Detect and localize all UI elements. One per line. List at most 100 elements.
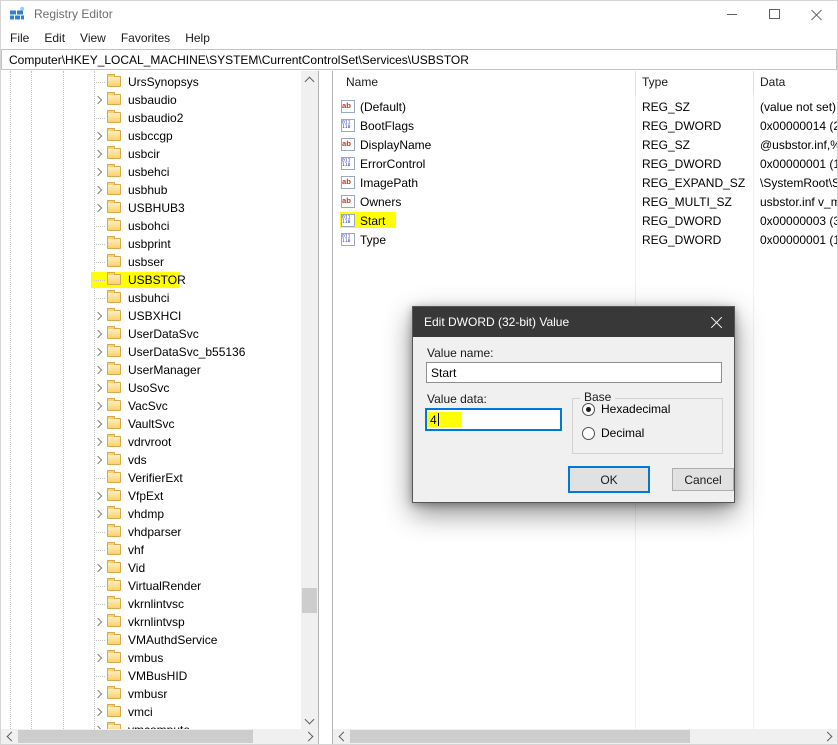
tree-item-vmbus[interactable]: vmbus: [1, 649, 301, 667]
tree-item-Vid[interactable]: Vid: [1, 559, 301, 577]
menu-view[interactable]: View: [80, 31, 106, 45]
tree-vscroll-thumb[interactable]: [302, 588, 317, 613]
address-bar[interactable]: Computer\HKEY_LOCAL_MACHINE\SYSTEM\Curre…: [1, 49, 837, 70]
expand-chevron-icon[interactable]: [94, 564, 102, 572]
ok-button[interactable]: OK: [568, 466, 650, 493]
tree-hscroll-thumb[interactable]: [18, 730, 253, 743]
decimal-option[interactable]: Decimal: [582, 426, 644, 440]
tree-horizontal-scrollbar[interactable]: [1, 729, 318, 744]
tree-item-USBXHCI[interactable]: USBXHCI: [1, 307, 301, 325]
tree-item-usbohci[interactable]: usbohci: [1, 217, 301, 235]
expand-chevron-icon[interactable]: [94, 384, 102, 392]
expand-chevron-icon[interactable]: [94, 492, 102, 500]
tree-item-UrsSynopsys[interactable]: UrsSynopsys: [1, 73, 301, 91]
tree-item-usbccgp[interactable]: usbccgp: [1, 127, 301, 145]
menu-favorites[interactable]: Favorites: [121, 31, 170, 45]
tree-item-vkrnlintvsc[interactable]: vkrnlintvsc: [1, 595, 301, 613]
expand-chevron-icon[interactable]: [94, 348, 102, 356]
cancel-button[interactable]: Cancel: [672, 468, 734, 491]
tree-item-VerifierExt[interactable]: VerifierExt: [1, 469, 301, 487]
scroll-down-button[interactable]: [301, 712, 318, 729]
value-data-input[interactable]: 4: [425, 408, 562, 431]
expand-chevron-icon[interactable]: [94, 204, 102, 212]
value-data: @usbstor.inf,%: [760, 138, 837, 152]
scroll-up-button[interactable]: [301, 71, 318, 88]
tree-item-usbaudio[interactable]: usbaudio: [1, 91, 301, 109]
tree-item-vkrnlintvsp[interactable]: vkrnlintvsp: [1, 613, 301, 631]
tree-item-vhdparser[interactable]: vhdparser: [1, 523, 301, 541]
tree-item-usbehci[interactable]: usbehci: [1, 163, 301, 181]
expand-chevron-icon[interactable]: [94, 708, 102, 716]
expand-chevron-icon[interactable]: [94, 168, 102, 176]
decimal-radio[interactable]: [582, 427, 595, 440]
tree-item-vdrvroot[interactable]: vdrvroot: [1, 433, 301, 451]
hexadecimal-radio[interactable]: [582, 403, 595, 416]
value-row-BootFlags[interactable]: 011110BootFlagsREG_DWORD0x00000014 (20: [333, 116, 837, 135]
value-row-(Default)[interactable]: ab(Default)REG_SZ(value not set): [333, 97, 837, 116]
tree-item-vmcompute[interactable]: vmcompute: [1, 721, 301, 729]
menu-edit[interactable]: Edit: [44, 31, 65, 45]
expand-chevron-icon[interactable]: [94, 132, 102, 140]
tree-item-VMAuthdService[interactable]: VMAuthdService: [1, 631, 301, 649]
expand-chevron-icon[interactable]: [94, 618, 102, 626]
expand-chevron-icon[interactable]: [94, 456, 102, 464]
scroll-right-button[interactable]: [820, 729, 837, 744]
expand-chevron-icon[interactable]: [94, 312, 102, 320]
tree-item-UserDataSvc[interactable]: UserDataSvc: [1, 325, 301, 343]
expand-chevron-icon[interactable]: [94, 510, 102, 518]
minimize-button[interactable]: [711, 1, 753, 27]
expand-chevron-icon[interactable]: [94, 402, 102, 410]
values-hscroll-thumb[interactable]: [350, 730, 690, 743]
tree-item-vds[interactable]: vds: [1, 451, 301, 469]
tree-item-VacSvc[interactable]: VacSvc: [1, 397, 301, 415]
values-horizontal-scrollbar[interactable]: [333, 729, 837, 744]
tree-item-VirtualRender[interactable]: VirtualRender: [1, 577, 301, 595]
menu-help[interactable]: Help: [185, 31, 210, 45]
value-row-DisplayName[interactable]: abDisplayNameREG_SZ@usbstor.inf,%: [333, 135, 837, 154]
scroll-left-button[interactable]: [1, 729, 18, 744]
expand-chevron-icon[interactable]: [94, 420, 102, 428]
expand-chevron-icon[interactable]: [94, 186, 102, 194]
expand-chevron-icon[interactable]: [94, 438, 102, 446]
value-name-input[interactable]: Start: [426, 362, 722, 383]
menu-file[interactable]: File: [10, 31, 29, 45]
expand-chevron-icon[interactable]: [94, 366, 102, 374]
tree-item-vhf[interactable]: vhf: [1, 541, 301, 559]
maximize-button[interactable]: [753, 1, 795, 27]
close-button[interactable]: [795, 1, 837, 27]
value-row-ImagePath[interactable]: abImagePathREG_EXPAND_SZ\SystemRoot\S: [333, 173, 837, 192]
tree-item-vhdmp[interactable]: vhdmp: [1, 505, 301, 523]
tree-item-usbprint[interactable]: usbprint: [1, 235, 301, 253]
value-row-ErrorControl[interactable]: 011110ErrorControlREG_DWORD0x00000001 (1…: [333, 154, 837, 173]
tree-item-USBSTOR[interactable]: USBSTOR: [1, 271, 301, 289]
value-row-Type[interactable]: 011110TypeREG_DWORD0x00000001 (1): [333, 230, 837, 249]
tree-item-VMBusHID[interactable]: VMBusHID: [1, 667, 301, 685]
dialog-title: Edit DWORD (32-bit) Value: [424, 315, 569, 329]
scroll-left-button[interactable]: [333, 729, 350, 744]
expand-chevron-icon[interactable]: [94, 150, 102, 158]
expand-chevron-icon[interactable]: [94, 654, 102, 662]
dialog-close-icon[interactable]: [710, 316, 722, 328]
folder-icon: [107, 706, 121, 717]
tree-item-USBHUB3[interactable]: USBHUB3: [1, 199, 301, 217]
expand-chevron-icon[interactable]: [94, 330, 102, 338]
value-row-Start[interactable]: 011110StartREG_DWORD0x00000003 (3): [333, 211, 837, 230]
hexadecimal-option[interactable]: Hexadecimal: [582, 402, 670, 416]
tree-item-usbhub[interactable]: usbhub: [1, 181, 301, 199]
tree-item-UserDataSvc_b55136[interactable]: UserDataSvc_b55136: [1, 343, 301, 361]
tree-item-VfpExt[interactable]: VfpExt: [1, 487, 301, 505]
tree-item-vmci[interactable]: vmci: [1, 703, 301, 721]
tree-item-usbser[interactable]: usbser: [1, 253, 301, 271]
value-row-Owners[interactable]: abOwnersREG_MULTI_SZusbstor.inf v_m: [333, 192, 837, 211]
tree-vertical-scrollbar[interactable]: [301, 71, 318, 729]
tree-item-usbaudio2[interactable]: usbaudio2: [1, 109, 301, 127]
scroll-right-button[interactable]: [301, 729, 318, 744]
tree-item-usbcir[interactable]: usbcir: [1, 145, 301, 163]
tree-item-UsoSvc[interactable]: UsoSvc: [1, 379, 301, 397]
tree-item-vmbusr[interactable]: vmbusr: [1, 685, 301, 703]
expand-chevron-icon[interactable]: [94, 690, 102, 698]
tree-item-VaultSvc[interactable]: VaultSvc: [1, 415, 301, 433]
tree-item-UserManager[interactable]: UserManager: [1, 361, 301, 379]
expand-chevron-icon[interactable]: [94, 96, 102, 104]
tree-item-usbuhci[interactable]: usbuhci: [1, 289, 301, 307]
